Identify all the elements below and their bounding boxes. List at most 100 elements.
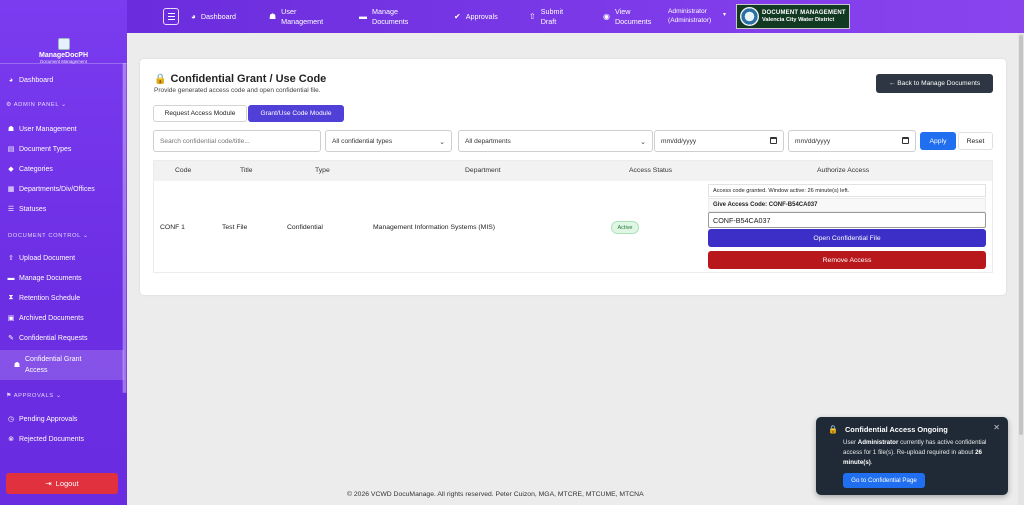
file-icon: ▤: [7, 146, 15, 153]
col-authorize-access: Authorize Access: [817, 167, 870, 174]
list-icon: ☰: [7, 206, 15, 213]
chevron-down-icon: ⌄: [80, 233, 89, 239]
back-to-manage-documents-button[interactable]: ← Back to Manage Documents: [876, 74, 993, 93]
apply-button[interactable]: Apply: [920, 132, 956, 150]
chevron-down-icon: ⌄: [439, 139, 445, 146]
page-scrollbar[interactable]: [1018, 33, 1024, 505]
edit-icon: ✎: [8, 335, 14, 342]
type-select[interactable]: All confidential types ⌄: [325, 130, 452, 152]
sidebar-item-label: Confidential Grant: [25, 356, 82, 363]
user-menu[interactable]: Administrator (Administrator) ▾: [668, 7, 726, 25]
cell-department: Management Information Systems (MIS): [373, 224, 496, 231]
department-select[interactable]: All departments ⌄: [458, 130, 653, 152]
eye-icon: ◉: [603, 11, 610, 21]
nav-approvals[interactable]: ✔ Approvals: [454, 0, 498, 33]
logout-icon: ⇥: [45, 479, 52, 488]
sidebar-item-label: Departments/Div/Offices: [19, 185, 95, 193]
sidebar-item-confidential-requests[interactable]: ✎ Confidential Requests: [0, 329, 124, 347]
calendar-icon[interactable]: [902, 137, 909, 144]
close-icon[interactable]: ✕: [993, 423, 1000, 432]
access-code-input[interactable]: CONF-B54CA037: [708, 212, 986, 228]
folder-icon: ▬: [359, 11, 367, 21]
user-role: (Administrator): [668, 17, 712, 24]
sidebar-item-label: Pending Approvals: [19, 415, 78, 423]
col-department: Department: [465, 167, 501, 174]
caret-down-icon: ▾: [723, 12, 727, 18]
hourglass-icon: ⧗: [8, 294, 14, 301]
sidebar-item-dashboard[interactable]: ◕ Dashboard: [0, 71, 124, 89]
search-input[interactable]: [153, 130, 321, 152]
reset-button[interactable]: Reset: [958, 132, 993, 150]
page-scroll-thumb[interactable]: [1019, 35, 1023, 435]
sidebar-item-label: Categories: [19, 165, 53, 173]
sidebar-item-statuses[interactable]: ☰ Statuses: [0, 200, 124, 218]
go-to-confidential-page-button[interactable]: Go to Confidential Page: [843, 473, 925, 488]
sidebar: ManageDocPH Document Management ◕ Dashbo…: [0, 0, 127, 505]
upload-icon: ⇧: [529, 11, 536, 21]
page-title: 🔒 Confidential Grant / Use Code: [154, 73, 327, 85]
document-control-header[interactable]: DOCUMENT CONTROL ⌄: [8, 233, 88, 239]
sidebar-item-label: Upload Document: [19, 254, 76, 262]
sidebar-item-document-types[interactable]: ▤ Document Types: [0, 140, 124, 158]
approvals-header[interactable]: ⚑ APPROVALS ⌄: [6, 393, 61, 399]
col-title: Title: [240, 167, 253, 174]
user-name: Administrator: [668, 8, 707, 15]
chevron-down-icon: ⌄: [640, 139, 646, 146]
sidebar-item-label: Access: [25, 367, 48, 374]
logout-button[interactable]: ⇥ Logout: [6, 473, 118, 494]
date-to-input[interactable]: mm/dd/yyyy: [788, 130, 916, 152]
remove-access-button[interactable]: Remove Access: [708, 251, 986, 269]
sidebar-item-confidential-grant-access[interactable]: ☗ Confidential Grant Access: [0, 350, 124, 380]
speedometer-icon: ◕: [8, 76, 14, 84]
sidebar-item-label: User Management: [19, 125, 77, 133]
archive-icon: ▣: [7, 315, 15, 322]
toast-body: User Administrator currently has active …: [843, 439, 987, 466]
tab-request-access[interactable]: Request Access Module: [153, 105, 247, 122]
chevron-down-icon: ⌄: [58, 102, 67, 108]
sidebar-item-rejected-documents[interactable]: ⊗ Rejected Documents: [0, 430, 124, 448]
col-type: Type: [315, 167, 330, 174]
sidebar-item-departments[interactable]: ▦ Departments/Div/Offices: [0, 180, 124, 198]
sidebar-logo[interactable]: ManageDocPH Document Management: [0, 33, 127, 64]
calendar-icon[interactable]: [770, 137, 777, 144]
nav-submit-draft[interactable]: ⇧ Submit Draft: [529, 0, 563, 33]
sidebar-item-retention-schedule[interactable]: ⧗ Retention Schedule: [0, 289, 124, 307]
nav-view-documents[interactable]: ◉ View Documents: [603, 0, 651, 33]
main-card: 🔒 Confidential Grant / Use Code Provide …: [140, 59, 1006, 295]
page-subtitle: Provide generated access code and open c…: [154, 87, 321, 94]
sidebar-item-manage-documents[interactable]: ▬ Manage Documents: [0, 269, 124, 287]
module-tabs: Request Access Module Grant/Use Code Mod…: [153, 105, 344, 122]
menu-toggle-button[interactable]: [163, 8, 179, 25]
speedometer-icon: ◕: [191, 11, 196, 21]
x-circle-icon: ⊗: [8, 436, 14, 443]
confidential-access-toast: 🔒 Confidential Access Ongoing ✕ User Adm…: [816, 417, 1008, 495]
open-confidential-file-button[interactable]: Open Confidential File: [708, 229, 986, 247]
table-header: Code Title Type Department Access Status…: [154, 161, 992, 181]
logo-icon: [57, 38, 70, 50]
upload-icon: ⇧: [8, 255, 14, 262]
sidebar-item-label: Statuses: [19, 205, 47, 213]
admin-panel-header[interactable]: ⚙ ADMIN PANEL ⌄: [6, 102, 67, 108]
nav-manage-documents[interactable]: ▬ Manage Documents: [359, 0, 408, 33]
col-code: Code: [175, 167, 192, 174]
nav-dashboard[interactable]: ◕ Dashboard: [191, 0, 236, 33]
folder-icon: ▬: [7, 274, 15, 282]
sidebar-item-archived-documents[interactable]: ▣ Archived Documents: [0, 309, 124, 327]
cell-type: Confidential: [287, 224, 323, 231]
users-icon: ☗: [269, 11, 277, 21]
sidebar-item-label: Retention Schedule: [19, 294, 81, 302]
sidebar-item-user-management[interactable]: ☗ User Management: [0, 120, 124, 138]
toast-title: Confidential Access Ongoing: [844, 425, 948, 434]
sidebar-item-label: Manage Documents: [19, 274, 82, 282]
col-access-status: Access Status: [629, 167, 673, 174]
footer-text: © 2026 VCWD DocuManage. All rights reser…: [347, 491, 644, 498]
sidebar-divider: [0, 63, 127, 64]
status-badge: Active: [611, 221, 639, 234]
nav-user-management[interactable]: ☗ User Management: [269, 0, 323, 33]
sidebar-item-upload-document[interactable]: ⇧ Upload Document: [0, 249, 124, 267]
tab-grant-use-code[interactable]: Grant/Use Code Module: [248, 105, 344, 122]
date-from-input[interactable]: mm/dd/yyyy: [654, 130, 784, 152]
sidebar-item-pending-approvals[interactable]: ◷ Pending Approvals: [0, 410, 124, 428]
search-field[interactable]: [160, 137, 320, 145]
sidebar-item-categories[interactable]: ◆ Categories: [0, 160, 124, 178]
